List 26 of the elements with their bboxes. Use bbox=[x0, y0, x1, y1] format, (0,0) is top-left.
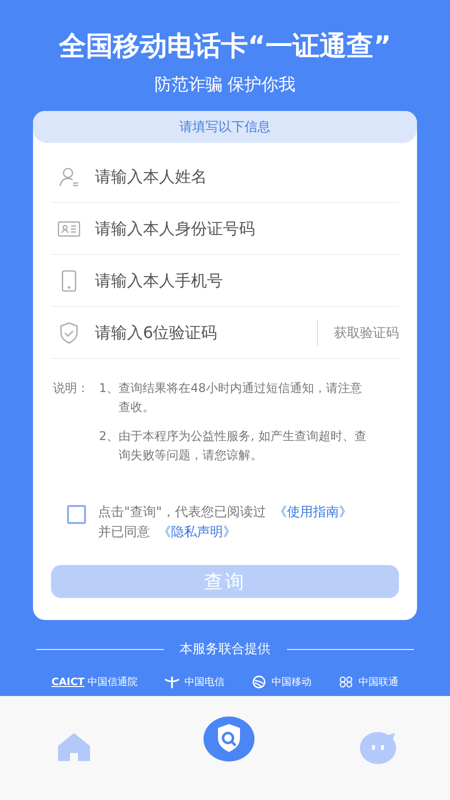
notes-label: 说明： bbox=[53, 380, 89, 397]
providers-heading: 本服务联合提供 bbox=[180, 641, 270, 658]
form-heading: 请填写以下信息 bbox=[33, 111, 417, 143]
note-number: 2、 bbox=[99, 428, 119, 445]
page-subtitle: 防范诈骗 保护你我 bbox=[154, 74, 296, 96]
logo-name: 中国电信 bbox=[184, 676, 224, 689]
logo-mark: CAICT bbox=[52, 676, 84, 688]
privacy-link[interactable]: 《隐私声明》 bbox=[158, 525, 236, 540]
logo-name: 中国联通 bbox=[358, 676, 398, 689]
page-title: 全国移动电话卡“一证通查” bbox=[58, 30, 392, 64]
input-field[interactable]: 请输入本人姓名 bbox=[93, 166, 399, 187]
input-field[interactable]: 请输入本人手机号 bbox=[93, 270, 399, 291]
agreement-text: 并已同意 bbox=[98, 525, 150, 540]
note-number: 1、 bbox=[99, 380, 119, 397]
logo-name: 中国信通院 bbox=[87, 676, 138, 689]
input-field[interactable]: 请输入本人身份证号码 bbox=[93, 218, 399, 239]
shield-search-icon[interactable] bbox=[202, 716, 254, 762]
input-field[interactable]: 请输入6位验证码 bbox=[93, 322, 317, 343]
agreement-text: 点击"查询"，代表您已阅读过 bbox=[98, 505, 266, 520]
guide-link[interactable]: 《使用指南》 bbox=[274, 505, 352, 520]
agreement-checkbox[interactable] bbox=[67, 505, 86, 524]
note-text: 查询结果将在48小时内通过短信通知，请注意查收。 bbox=[118, 380, 363, 416]
logo-name: 中国移动 bbox=[271, 676, 312, 689]
note-text: 由于本程序为公益性服务, 如产生查询超时、查询失败等问题，请您谅解。 bbox=[118, 428, 368, 464]
home-icon[interactable] bbox=[57, 732, 91, 762]
get-code-button[interactable]: 获取验证码 bbox=[334, 324, 399, 342]
